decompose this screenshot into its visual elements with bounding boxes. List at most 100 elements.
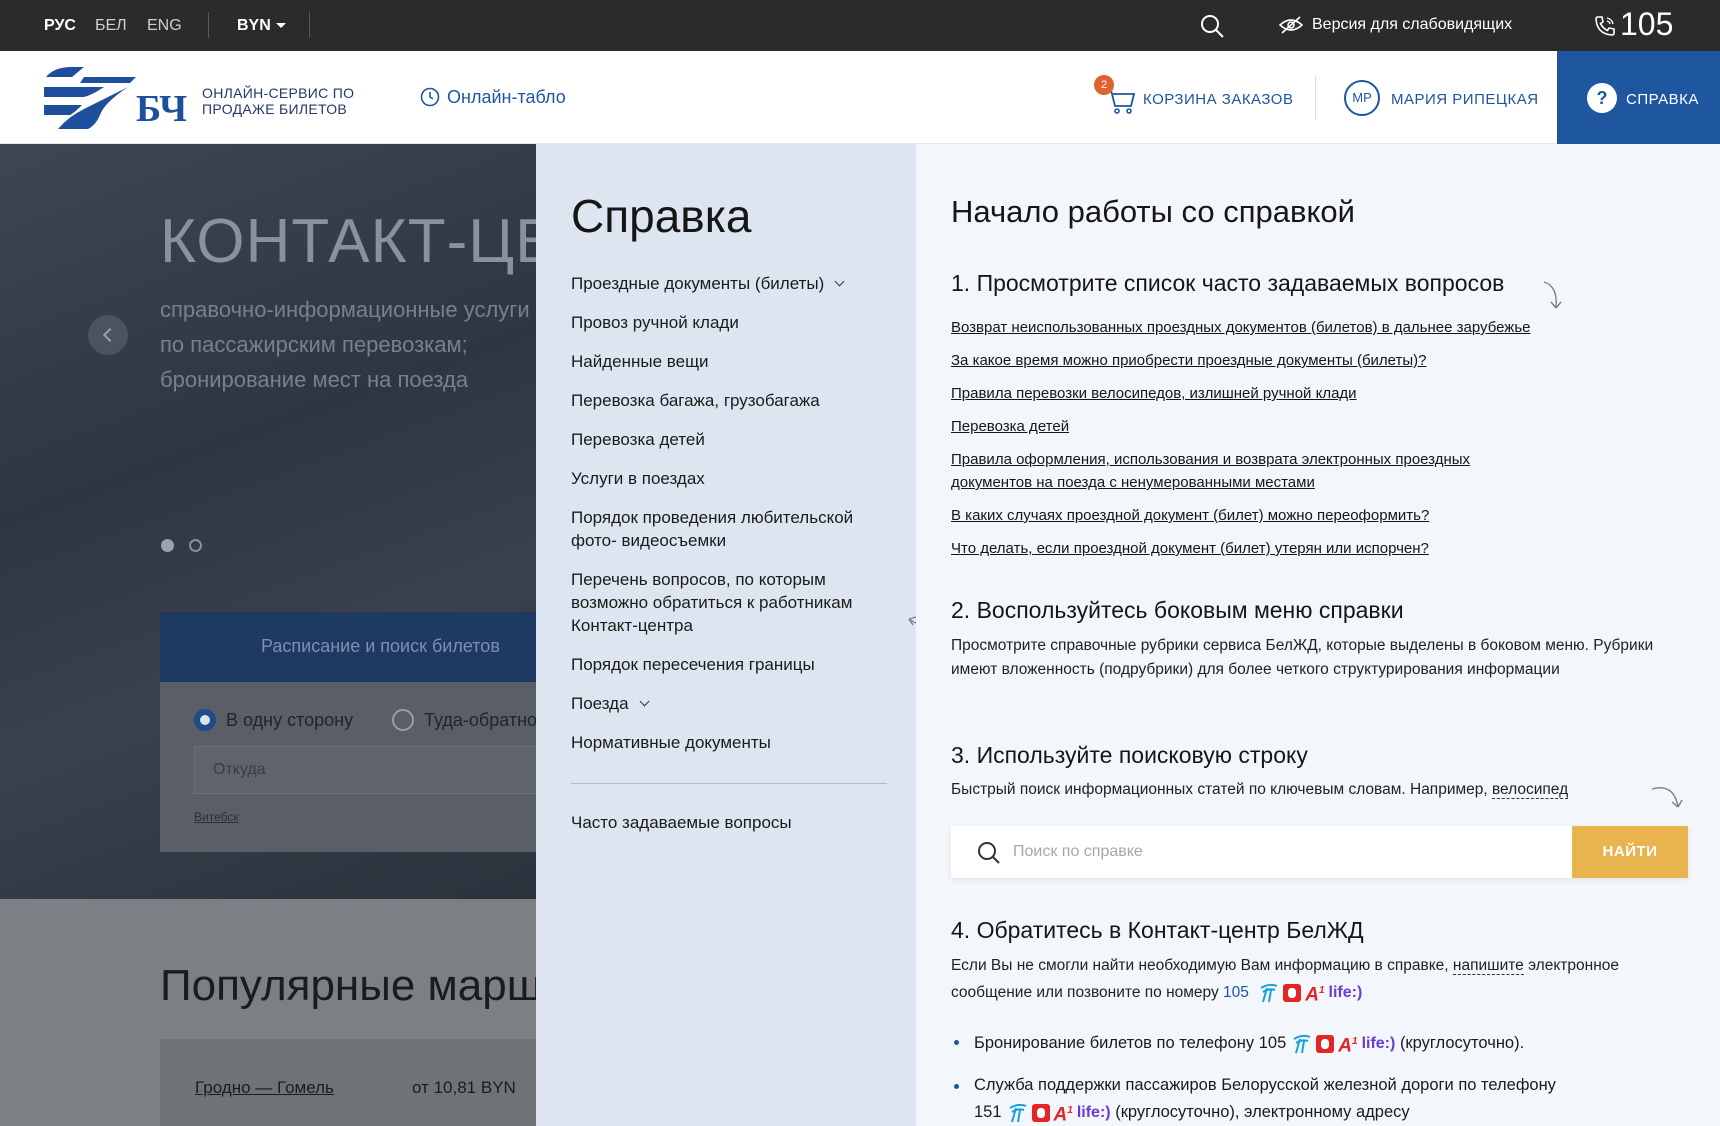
online-board-link[interactable]: Онлайн-табло — [447, 87, 566, 108]
radio-one-way[interactable] — [194, 709, 216, 731]
help-button[interactable]: ? СПРАВКА — [1557, 51, 1720, 144]
bullet-text: Бронирование билетов по телефону 105 — [974, 1034, 1287, 1053]
a1-icon: A1 — [1305, 978, 1324, 1007]
a1-sup: 1 — [1067, 1105, 1073, 1116]
from-hint-link[interactable]: Витебск — [194, 810, 239, 824]
sidebar-item-faq[interactable]: Часто задаваемые вопросы — [571, 811, 891, 834]
help-sidebar-title: Справка — [571, 190, 752, 242]
route-link[interactable]: Гродно — Гомель — [195, 1078, 334, 1098]
currency-select[interactable]: BYN — [237, 17, 286, 35]
mts-icon — [1031, 1103, 1050, 1122]
bullet-text: (круглосуточно), электронному адресу — [1115, 1103, 1410, 1122]
mts-icon — [1283, 983, 1302, 1002]
search-button[interactable]: НАЙТИ — [1572, 826, 1688, 878]
bch-logo[interactable]: БЧ — [44, 67, 196, 129]
faq-link[interactable]: Перевозка детей — [951, 415, 1069, 438]
hero-text-line: бронирование мест на поезда — [160, 367, 469, 392]
sidebar-item-lost-items[interactable]: Найденные вещи — [571, 350, 891, 373]
eye-off-icon — [1279, 16, 1303, 34]
ticket-search-panel: Расписание и поиск билетов В одну сторон… — [160, 612, 536, 852]
route-card: Гродно — Гомель от 10,81 BYN — [160, 1039, 536, 1126]
phone-icon — [1595, 16, 1615, 36]
mts-icon — [1316, 1034, 1335, 1053]
a1-sup: 1 — [1352, 1036, 1358, 1047]
help-search-input[interactable] — [1013, 826, 1513, 878]
list-item: Служба поддержки пассажиров Белорусской … — [951, 1073, 1571, 1126]
lang-en[interactable]: ENG — [147, 17, 182, 35]
hero-text-line: справочно-информационные услуги — [160, 297, 530, 322]
write-message-link[interactable]: напишите — [1452, 957, 1524, 975]
phone-number[interactable]: 105 — [1223, 984, 1249, 1001]
life-icon: life:) — [1076, 1104, 1111, 1122]
step3-text: Быстрый поиск информационных статей по к… — [951, 778, 1671, 802]
step3-text-body: Быстрый поиск информационных статей по к… — [951, 781, 1488, 798]
help-sidebar: Справка Проездные документы (билеты) Про… — [536, 144, 916, 1126]
route-price: от 10,81 BYN — [412, 1078, 516, 1097]
sidebar-item-border[interactable]: Порядок пересечения границы — [571, 653, 891, 676]
popular-routes-section: Популярные маршруты Гродно — Гомель от 1… — [0, 899, 536, 1126]
sidebar-item-children[interactable]: Перевозка детей — [571, 428, 891, 451]
help-content: Начало работы со справкой 1. Просмотрите… — [916, 144, 1720, 1126]
phone-number[interactable]: 105 — [1620, 6, 1673, 43]
chevron-down-icon — [834, 276, 845, 287]
sidebar-item-tickets[interactable]: Проездные документы (билеты) — [571, 272, 891, 295]
radio-round-trip[interactable] — [392, 709, 414, 731]
divider — [571, 783, 887, 784]
a1-text: A — [1053, 1104, 1068, 1126]
cart-link[interactable]: КОРЗИНА ЗАКАЗОВ — [1143, 91, 1293, 108]
faq-link[interactable]: Возврат неиспользованных проездных докум… — [951, 316, 1531, 339]
sidebar-item-baggage[interactable]: Перевозка багажа, грузобагажа — [571, 389, 891, 412]
help-label: СПРАВКА — [1626, 91, 1699, 108]
divider — [208, 12, 209, 38]
help-search-bar: НАЙТИ — [951, 826, 1688, 878]
faq-link[interactable]: Что делать, если проездной документ (бил… — [951, 537, 1429, 560]
faq-link[interactable]: Правила перевозки велосипедов, излишней … — [951, 382, 1357, 405]
step3-title: 3. Используйте поисковую строку — [951, 742, 1308, 768]
hero-text: справочно-информационные услуги по пасса… — [160, 292, 530, 397]
chevron-down-icon — [639, 696, 650, 707]
sidebar-item-regulations[interactable]: Нормативные документы — [571, 731, 891, 754]
search-example-link[interactable]: велосипед — [1492, 781, 1569, 799]
carousel-prev-button[interactable] — [88, 315, 128, 355]
search-icon[interactable] — [1199, 13, 1225, 39]
avatar[interactable]: МР — [1344, 80, 1380, 116]
velcom-icon — [1293, 1034, 1311, 1053]
divider — [309, 12, 310, 38]
service-title-line: ОНЛАЙН-СЕРВИС ПО — [202, 85, 355, 101]
divider — [1315, 76, 1316, 120]
sidebar-item-trains[interactable]: Поезда — [571, 692, 891, 715]
cart-count-badge: 2 — [1094, 75, 1114, 95]
hero-text-line: по пассажирским перевозкам; — [160, 332, 468, 357]
step1-title: 1. Просмотрите список часто задаваемых в… — [951, 270, 1505, 296]
search-tab[interactable]: Расписание и поиск билетов — [160, 612, 536, 682]
user-name-link[interactable]: МАРИЯ РИПЕЦКАЯ — [1391, 91, 1539, 108]
currency-label: BYN — [237, 17, 271, 34]
logo-text: БЧ — [136, 88, 187, 129]
sidebar-item-label: Проездные документы (билеты) — [571, 274, 825, 293]
faq-link[interactable]: В каких случаях проездной документ (биле… — [951, 504, 1429, 527]
site-header: БЧ ОНЛАЙН-СЕРВИС ПО ПРОДАЖЕ БИЛЕТОВ Онла… — [0, 51, 1720, 144]
background-page: КОНТАКТ-ЦЕНТР справочно-информационные у… — [0, 144, 536, 1126]
sidebar-item-contact-center[interactable]: Перечень вопросов, по которым возможно о… — [571, 568, 861, 637]
velcom-icon — [1260, 983, 1278, 1002]
lang-be[interactable]: БЕЛ — [95, 17, 127, 35]
faq-link[interactable]: Правила оформления, использования и возв… — [951, 448, 1551, 494]
step4-title: 4. Обратитесь в Контакт-центр БелЖД — [951, 917, 1364, 943]
sidebar-item-label: Поезда — [571, 694, 629, 713]
bullet-text: (круглосуточно). — [1399, 1034, 1525, 1053]
hero-banner: КОНТАКТ-ЦЕНТР справочно-информационные у… — [0, 144, 536, 899]
step4-text: Если Вы не смогли найти необходимую Вам … — [951, 953, 1691, 1007]
low-vision-link[interactable]: Версия для слабовидящих — [1312, 16, 1512, 34]
sidebar-item-hand-luggage[interactable]: Провоз ручной клади — [571, 311, 891, 334]
lang-ru[interactable]: РУС — [44, 17, 76, 35]
velcom-icon — [1009, 1103, 1026, 1122]
life-icon: life:) — [1328, 984, 1363, 1002]
carousel-dot[interactable] — [189, 539, 202, 552]
life-icon: life:) — [1361, 1035, 1396, 1053]
sidebar-item-train-services[interactable]: Услуги в поездах — [571, 467, 891, 490]
curved-arrow-icon — [1543, 281, 1562, 309]
faq-link[interactable]: За какое время можно приобрести проездны… — [951, 349, 1427, 372]
carousel-dot[interactable] — [161, 539, 174, 552]
from-field[interactable]: Откуда — [194, 746, 536, 794]
sidebar-item-photo-video[interactable]: Порядок проведения любительской фото- ви… — [571, 506, 871, 552]
